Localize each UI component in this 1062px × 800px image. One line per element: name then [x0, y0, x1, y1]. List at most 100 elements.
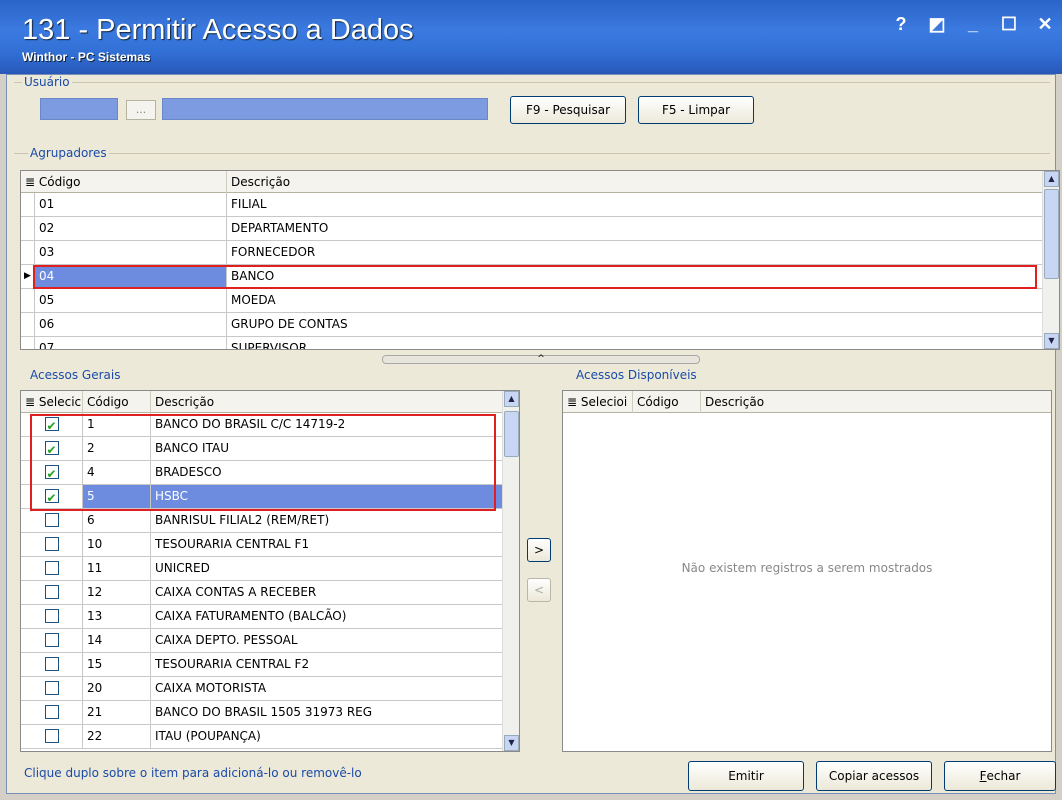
- agrupadores-scrollbar[interactable]: ▲ ▼: [1042, 171, 1059, 349]
- window-title: 131 - Permitir Acesso a Dados: [22, 14, 414, 46]
- gerais-col-select[interactable]: ≣ Selecic: [21, 391, 83, 413]
- agrupadores-header: ≣ Código Descrição: [21, 171, 1043, 193]
- gerais-col-codigo[interactable]: Código: [83, 391, 151, 413]
- limpar-button[interactable]: F5 - Limpar: [638, 96, 754, 124]
- acesso-row[interactable]: 14 CAIXA DEPTO. PESSOAL: [21, 629, 503, 653]
- title-bar: 131 - Permitir Acesso a Dados Winthor - …: [0, 0, 1062, 74]
- fechar-button[interactable]: Fechar: [944, 761, 1056, 791]
- acesso-checkbox[interactable]: [44, 729, 59, 743]
- acesso-row[interactable]: 6 BANRISUL FILIAL2 (REM/RET): [21, 509, 503, 533]
- scroll-down-icon[interactable]: ▼: [504, 735, 519, 751]
- acesso-row[interactable]: 10 TESOURARIA CENTRAL F1: [21, 533, 503, 557]
- close-icon[interactable]: ✕: [1036, 14, 1054, 34]
- acessos-gerais-scrollbar[interactable]: ▲ ▼: [502, 391, 519, 751]
- acessos-gerais-header: ≣ Selecic Código Descrição: [21, 391, 503, 413]
- disp-col-descricao[interactable]: Descrição: [701, 391, 1051, 413]
- restore-icon[interactable]: ◩: [928, 14, 946, 34]
- agrupador-row[interactable]: 02 DEPARTAMENTO: [21, 217, 1043, 241]
- help-icon[interactable]: ?: [892, 14, 910, 34]
- emitir-button[interactable]: Emitir: [688, 761, 804, 791]
- agrupador-row[interactable]: 06 GRUPO DE CONTAS: [21, 313, 1043, 337]
- scroll-down-icon[interactable]: ▼: [1044, 333, 1059, 349]
- gerais-col-descricao[interactable]: Descrição: [151, 391, 503, 413]
- acesso-checkbox[interactable]: [44, 561, 59, 575]
- acesso-code: 21: [83, 701, 151, 724]
- acesso-code: 6: [83, 509, 151, 532]
- usuario-code-field[interactable]: [40, 98, 118, 120]
- usuario-name-field[interactable]: [162, 98, 488, 120]
- window-controls: ? ◩ _ ☐ ✕: [892, 14, 1054, 34]
- acesso-select-cell[interactable]: [21, 581, 83, 604]
- acesso-row[interactable]: 22 ITAU (POUPANÇA): [21, 725, 503, 749]
- empty-message: Não existem registros a serem mostrados: [681, 561, 933, 575]
- acesso-checkbox[interactable]: [44, 633, 59, 647]
- acesso-description: CAIXA DEPTO. PESSOAL: [155, 633, 298, 647]
- acesso-checkbox[interactable]: [44, 681, 59, 695]
- acesso-row[interactable]: 21 BANCO DO BRASIL 1505 31973 REG: [21, 701, 503, 725]
- acesso-checkbox[interactable]: [44, 657, 59, 671]
- acesso-checkbox[interactable]: [44, 585, 59, 599]
- scroll-thumb[interactable]: [504, 411, 519, 457]
- acesso-select-cell[interactable]: [21, 725, 83, 748]
- acessos-gerais-label: Acessos Gerais: [28, 368, 123, 382]
- acesso-checkbox[interactable]: [44, 513, 59, 527]
- acesso-select-cell[interactable]: [21, 653, 83, 676]
- acesso-select-cell[interactable]: [21, 509, 83, 532]
- acesso-description: BANCO DO BRASIL 1505 31973 REG: [155, 705, 373, 719]
- agrupador-description: FILIAL: [231, 197, 267, 211]
- agrupador-code: 01: [35, 193, 227, 216]
- acesso-code: 22: [83, 725, 151, 748]
- acesso-checkbox[interactable]: [44, 609, 59, 623]
- agrupadores-group: [14, 153, 1050, 154]
- acesso-description: ITAU (POUPANÇA): [155, 729, 261, 743]
- acesso-select-cell[interactable]: [21, 557, 83, 580]
- window-subtitle: Winthor - PC Sistemas: [22, 50, 151, 64]
- acesso-description: TESOURARIA CENTRAL F2: [155, 657, 310, 671]
- remove-access-button[interactable]: <: [527, 578, 551, 602]
- usuario-group: [14, 82, 1050, 83]
- acesso-select-cell[interactable]: [21, 677, 83, 700]
- acesso-code: 10: [83, 533, 151, 556]
- row-indicator: [21, 193, 35, 216]
- acessos-disponiveis-label: Acessos Disponíveis: [574, 368, 699, 382]
- maximize-icon[interactable]: ☐: [1000, 14, 1018, 34]
- copiar-acessos-button[interactable]: Copiar acessos: [816, 761, 932, 791]
- acesso-select-cell[interactable]: [21, 701, 83, 724]
- acesso-row[interactable]: 20 CAIXA MOTORISTA: [21, 677, 503, 701]
- acesso-checkbox[interactable]: [44, 705, 59, 719]
- acesso-row[interactable]: 15 TESOURARIA CENTRAL F2: [21, 653, 503, 677]
- acesso-row[interactable]: 12 CAIXA CONTAS A RECEBER: [21, 581, 503, 605]
- agrupadores-col-codigo[interactable]: ≣ Código: [21, 171, 227, 193]
- acesso-row[interactable]: 11 UNICRED: [21, 557, 503, 581]
- agrupador-description: FORNECEDOR: [231, 245, 316, 259]
- agrupadores-col-descricao[interactable]: Descrição: [227, 171, 1043, 193]
- acesso-select-cell[interactable]: [21, 533, 83, 556]
- acesso-row[interactable]: 13 CAIXA FATURAMENTO (BALCÃO): [21, 605, 503, 629]
- agrupador-code: 05: [35, 289, 227, 312]
- agrupador-row[interactable]: 05 MOEDA: [21, 289, 1043, 313]
- acesso-select-cell[interactable]: [21, 629, 83, 652]
- agrupador-description: GRUPO DE CONTAS: [231, 317, 348, 331]
- scroll-thumb[interactable]: [1044, 189, 1059, 279]
- usuario-lookup-button[interactable]: ...: [126, 100, 156, 120]
- acesso-checkbox[interactable]: [44, 537, 59, 551]
- agrupador-row[interactable]: 07 SUPERVISOR: [21, 337, 1043, 349]
- acesso-select-cell[interactable]: [21, 605, 83, 628]
- agrupador-code: 07: [35, 337, 227, 349]
- scroll-up-icon[interactable]: ▲: [1044, 171, 1059, 187]
- add-access-button[interactable]: >: [527, 538, 551, 562]
- pesquisar-button[interactable]: F9 - Pesquisar: [510, 96, 626, 124]
- agrupador-description: DEPARTAMENTO: [231, 221, 329, 235]
- acesso-description: CAIXA CONTAS A RECEBER: [155, 585, 317, 599]
- disp-col-codigo[interactable]: Código: [633, 391, 701, 413]
- acesso-description: TESOURARIA CENTRAL F1: [155, 537, 310, 551]
- splitter-handle[interactable]: ^: [382, 355, 700, 364]
- minimize-icon[interactable]: _: [964, 14, 982, 34]
- agrupador-row[interactable]: 03 FORNECEDOR: [21, 241, 1043, 265]
- disp-col-select[interactable]: ≣ Selecioi: [563, 391, 633, 413]
- scroll-up-icon[interactable]: ▲: [504, 391, 519, 407]
- agrupador-row[interactable]: 01 FILIAL: [21, 193, 1043, 217]
- row-indicator: [21, 337, 35, 349]
- acessos-disponiveis-grid: ≣ Selecioi Código Descrição Não existem …: [562, 390, 1052, 752]
- acesso-description: CAIXA MOTORISTA: [155, 681, 267, 695]
